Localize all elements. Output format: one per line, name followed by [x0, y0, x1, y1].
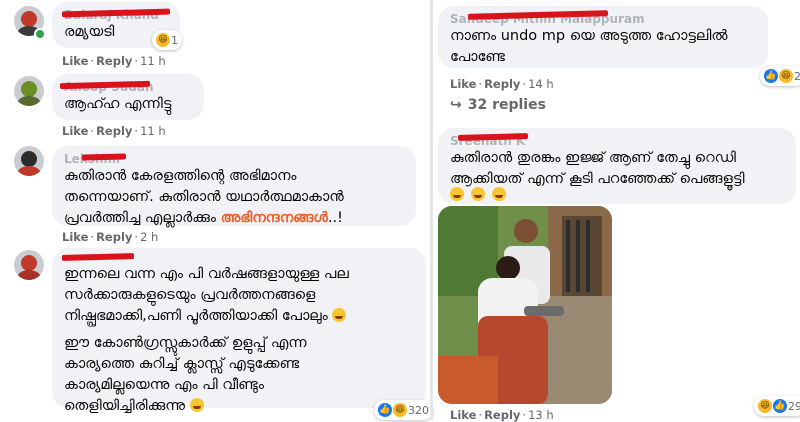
comment-time[interactable]: 2 h	[140, 230, 158, 244]
comment-bubble: ഇന്നലെ വന്ന എം പി വർഷങ്ങളായുള്ള പല സർക്ക…	[52, 248, 426, 414]
reply-link[interactable]: Reply	[96, 124, 132, 138]
emoji-row	[450, 184, 508, 203]
haha-reaction-icon: 😆	[156, 33, 170, 47]
comment: Sandeep Mithin Malappuram നാണം undo mp യ…	[434, 0, 800, 120]
like-reaction-icon: 👍	[764, 69, 778, 83]
comment-bubble: Sandeep Mithin Malappuram നാണം undo mp യ…	[438, 6, 768, 68]
reaction-badge[interactable]: 😆 👍 29	[754, 396, 800, 416]
laughing-emoji-icon	[492, 187, 507, 201]
like-reaction-icon: 👍	[378, 403, 392, 417]
reply-arrow-icon: ↪	[450, 97, 462, 113]
reply-link[interactable]: Reply	[96, 54, 132, 68]
reaction-count: 2	[794, 69, 800, 83]
laughing-emoji-icon	[471, 187, 486, 201]
replies-count: 32 replies	[467, 97, 546, 113]
comment-actions: Like · Reply · 11 h	[62, 124, 166, 138]
like-link[interactable]: Like	[450, 77, 476, 91]
avatar[interactable]	[14, 250, 44, 280]
comment-text: ഇന്നലെ വന്ന എം പി വർഷങ്ങളായുള്ള പല സർക്ക…	[64, 264, 414, 327]
comment-photo[interactable]	[438, 206, 612, 404]
reaction-badge[interactable]: 👍 😆 2	[760, 66, 800, 86]
haha-reaction-icon: 😆	[758, 399, 772, 413]
reply-link[interactable]: Reply	[484, 77, 520, 91]
comment-time[interactable]: 11 h	[140, 124, 166, 138]
online-status-icon	[34, 28, 46, 40]
comment-bubble: Lekshmi കുതിരാൻ കേരളത്തിന്റെ അഭിമാനം തന്…	[52, 146, 416, 226]
comment: Anoop Sudan ആഹ്ഹ എന്നിട്ടു Like·Reply·11…	[0, 72, 428, 142]
right-comment-column: Sandeep Mithin Malappuram നാണം undo mp യ…	[434, 0, 800, 422]
reaction-count: 29	[788, 399, 800, 413]
comment-text-tail: ..!	[327, 210, 343, 226]
comment-paragraph: ഈ കോൺഗ്രസ്സുകാർക്ക് ഉളുപ്പ് എന്ന കാര്യത്…	[64, 335, 307, 414]
comment-actions: Like · Reply · 2 h	[62, 230, 159, 244]
comment-time[interactable]: 14 h	[528, 77, 554, 91]
comment-text: നാണം undo mp യെ അടുത്ത ഹോട്ടലിൽ പോണ്ടേ	[450, 28, 728, 65]
reaction-count: 1	[171, 33, 178, 47]
view-replies-link[interactable]: ↪ 32 replies	[450, 97, 546, 113]
laughing-emoji-icon	[450, 187, 464, 201]
comment: Balaraj Khand രമ്യയടി 😆 1 Like·Reply·11 …	[0, 0, 428, 70]
column-divider	[430, 0, 433, 420]
comment-text: ഈ കോൺഗ്രസ്സുകാർക്ക് ഉളുപ്പ് എന്ന കാര്യത്…	[64, 333, 414, 417]
like-link[interactable]: Like	[62, 54, 88, 68]
reply-link[interactable]: Reply	[96, 230, 132, 244]
comment-text: കുതിരാൻ കേരളത്തിന്റെ അഭിമാനം തന്നെയാണ്. …	[64, 166, 404, 229]
avatar[interactable]	[14, 146, 44, 176]
comment: Sreenath K കുതിരാൻ തുരങ്കം ഇജ്ജ് ആണ് തേച…	[434, 124, 800, 422]
comment: ഇന്നലെ വന്ന എം പി വർഷങ്ങളായുള്ള പല സർക്ക…	[0, 246, 433, 420]
haha-reaction-icon: 😆	[779, 69, 793, 83]
reaction-count: 320	[408, 403, 429, 417]
comment: Lekshmi കുതിരാൻ കേരളത്തിന്റെ അഭിമാനം തന്…	[0, 144, 428, 244]
like-link[interactable]: Like	[62, 124, 88, 138]
comment-paragraph: ഇന്നലെ വന്ന എം പി വർഷങ്ങളായുള്ള പല സർക്ക…	[64, 266, 349, 324]
photo-scene	[438, 206, 612, 404]
reaction-badge[interactable]: 👍 😆 320	[374, 400, 433, 420]
avatar[interactable]	[14, 76, 44, 106]
like-reaction-icon: 👍	[773, 399, 787, 413]
like-link[interactable]: Like	[62, 230, 88, 244]
comment-actions: Like · Reply · 14 h	[450, 77, 554, 91]
surprised-emoji-icon	[332, 308, 347, 322]
redaction-mark	[61, 253, 135, 261]
left-comment-column: Balaraj Khand രമ്യയടി 😆 1 Like·Reply·11 …	[0, 0, 433, 420]
comment-text-highlight: അഭിനന്ദനങ്ങൾ	[220, 210, 328, 226]
comment-actions: Like · Reply · 11 h	[62, 54, 166, 68]
redaction-mark	[81, 153, 127, 161]
comment-bubble: Anoop Sudan ആഹ്ഹ എന്നിട്ടു	[52, 74, 204, 120]
comment-text: ആഹ്ഹ എന്നിട്ടു	[64, 96, 172, 112]
haha-reaction-icon: 😆	[393, 403, 407, 417]
reaction-badge[interactable]: 😆 1	[152, 30, 182, 50]
comment-time[interactable]: 11 h	[140, 54, 166, 68]
thinking-emoji-icon	[189, 398, 204, 412]
